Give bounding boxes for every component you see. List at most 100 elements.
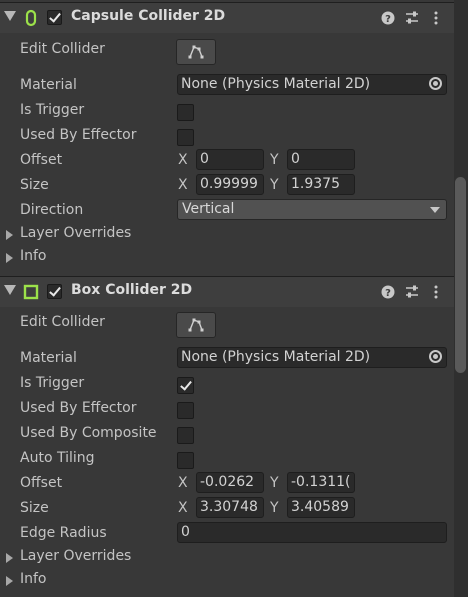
capsule-collider-icon [25,9,37,27]
material-value: None (Physics Material 2D) [181,76,371,92]
direction-value: Vertical [182,201,235,217]
edit-collider-button[interactable] [176,312,216,338]
object-picker-icon[interactable] [429,350,442,363]
more-options-icon[interactable] [428,284,444,300]
edge-radius-label: Edge Radius [20,525,107,541]
offset-y-field[interactable]: 0 [287,149,355,170]
size-y-field[interactable]: 3.40589 [287,497,355,518]
info-label: Info [20,248,47,264]
box-used-by-composite-row: Used By Composite [0,422,454,447]
capsule-enabled-checkbox[interactable] [47,10,62,25]
y-axis-label: Y [270,152,279,168]
presets-icon[interactable] [404,284,420,300]
foldout-collapsed-icon[interactable] [6,230,13,240]
size-y-field[interactable]: 1.9375 [287,174,355,195]
info-label: Info [20,571,47,587]
box-is-trigger-row: Is Trigger [0,372,454,397]
is-trigger-label: Is Trigger [20,375,85,391]
dropdown-arrow-icon [430,207,440,213]
svg-text:?: ? [385,14,391,25]
auto-tiling-checkbox[interactable] [177,452,194,469]
used-by-composite-checkbox[interactable] [177,427,194,444]
component-title: Box Collider 2D [71,282,193,298]
used-by-effector-label: Used By Effector [20,400,137,416]
box-layer-overrides-foldout[interactable]: Layer Overrides [0,547,454,569]
more-options-icon[interactable] [428,10,444,26]
edit-collider-label: Edit Collider [20,314,105,330]
offset-x-field[interactable]: 0 [196,149,264,170]
size-label: Size [20,177,49,193]
inspector-panel: Capsule Collider 2D ? Edit Collider Mate… [0,0,454,597]
material-value: None (Physics Material 2D) [181,349,371,365]
edit-collider-icon [188,45,204,59]
offset-y-field[interactable]: -0.1311( [287,472,355,493]
x-axis-label: X [178,500,188,516]
box-edge-radius-row: Edge Radius 0 [0,522,454,547]
object-picker-icon[interactable] [429,77,442,90]
y-axis-label: Y [270,500,279,516]
box-used-by-effector-row: Used By Effector [0,397,454,422]
foldout-collapsed-icon[interactable] [6,576,13,586]
size-x-field[interactable]: 0.99999 [196,174,264,195]
foldout-expanded-icon[interactable] [4,285,16,295]
layer-overrides-label: Layer Overrides [20,548,132,564]
capsule-used-by-effector-row: Used By Effector [0,124,454,149]
used-by-composite-label: Used By Composite [20,425,157,441]
edge-radius-field[interactable]: 0 [177,522,447,543]
edit-collider-icon [188,318,204,332]
used-by-effector-checkbox[interactable] [177,402,194,419]
capsule-material-row: Material None (Physics Material 2D) [0,74,454,99]
capsule-size-row: Size X 0.99999 Y 1.9375 [0,174,454,199]
edit-collider-button[interactable] [176,39,216,65]
presets-icon[interactable] [404,10,420,26]
capsule-edit-collider-row: Edit Collider [0,38,454,65]
y-axis-label: Y [270,177,279,193]
capsule-offset-row: Offset X 0 Y 0 [0,149,454,174]
y-axis-label: Y [270,475,279,491]
used-by-effector-checkbox[interactable] [177,129,194,146]
box-enabled-checkbox[interactable] [47,284,62,299]
box-info-foldout[interactable]: Info [0,570,454,592]
size-label: Size [20,500,49,516]
is-trigger-checkbox[interactable] [177,104,194,121]
box-material-row: Material None (Physics Material 2D) [0,347,454,372]
size-x-field[interactable]: 3.30748 [196,497,264,518]
help-icon[interactable]: ? [380,284,396,300]
material-label: Material [20,77,77,93]
box-offset-row: Offset X -0.0262 Y -0.1311( [0,472,454,497]
offset-x-field[interactable]: -0.0262 [196,472,264,493]
direction-label: Direction [20,202,84,218]
svg-text:?: ? [385,288,391,299]
offset-label: Offset [20,475,63,491]
edit-collider-label: Edit Collider [20,41,105,57]
capsule-direction-row: Direction Vertical [0,199,454,224]
capsule-is-trigger-row: Is Trigger [0,99,454,124]
layer-overrides-label: Layer Overrides [20,225,132,241]
help-icon[interactable]: ? [380,10,396,26]
foldout-collapsed-icon[interactable] [6,253,13,263]
x-axis-label: X [178,177,188,193]
capsule-collider-header[interactable]: Capsule Collider 2D ? [0,2,454,33]
box-edit-collider-row: Edit Collider [0,311,454,338]
material-field[interactable]: None (Physics Material 2D) [177,74,447,95]
box-size-row: Size X 3.30748 Y 3.40589 [0,497,454,522]
offset-label: Offset [20,152,63,168]
foldout-collapsed-icon[interactable] [6,553,13,563]
capsule-layer-overrides-foldout[interactable]: Layer Overrides [0,224,454,246]
box-collider-icon [23,284,39,300]
is-trigger-checkbox[interactable] [177,377,194,394]
is-trigger-label: Is Trigger [20,102,85,118]
scrollbar-thumb[interactable] [455,177,466,373]
auto-tiling-label: Auto Tiling [20,450,95,466]
material-label: Material [20,350,77,366]
foldout-expanded-icon[interactable] [4,11,16,21]
x-axis-label: X [178,475,188,491]
box-collider-header[interactable]: Box Collider 2D ? [0,276,454,307]
used-by-effector-label: Used By Effector [20,127,137,143]
capsule-info-foldout[interactable]: Info [0,247,454,269]
material-field[interactable]: None (Physics Material 2D) [177,347,447,368]
direction-dropdown[interactable]: Vertical [177,199,447,220]
x-axis-label: X [178,152,188,168]
component-title: Capsule Collider 2D [71,8,226,24]
box-auto-tiling-row: Auto Tiling [0,447,454,472]
